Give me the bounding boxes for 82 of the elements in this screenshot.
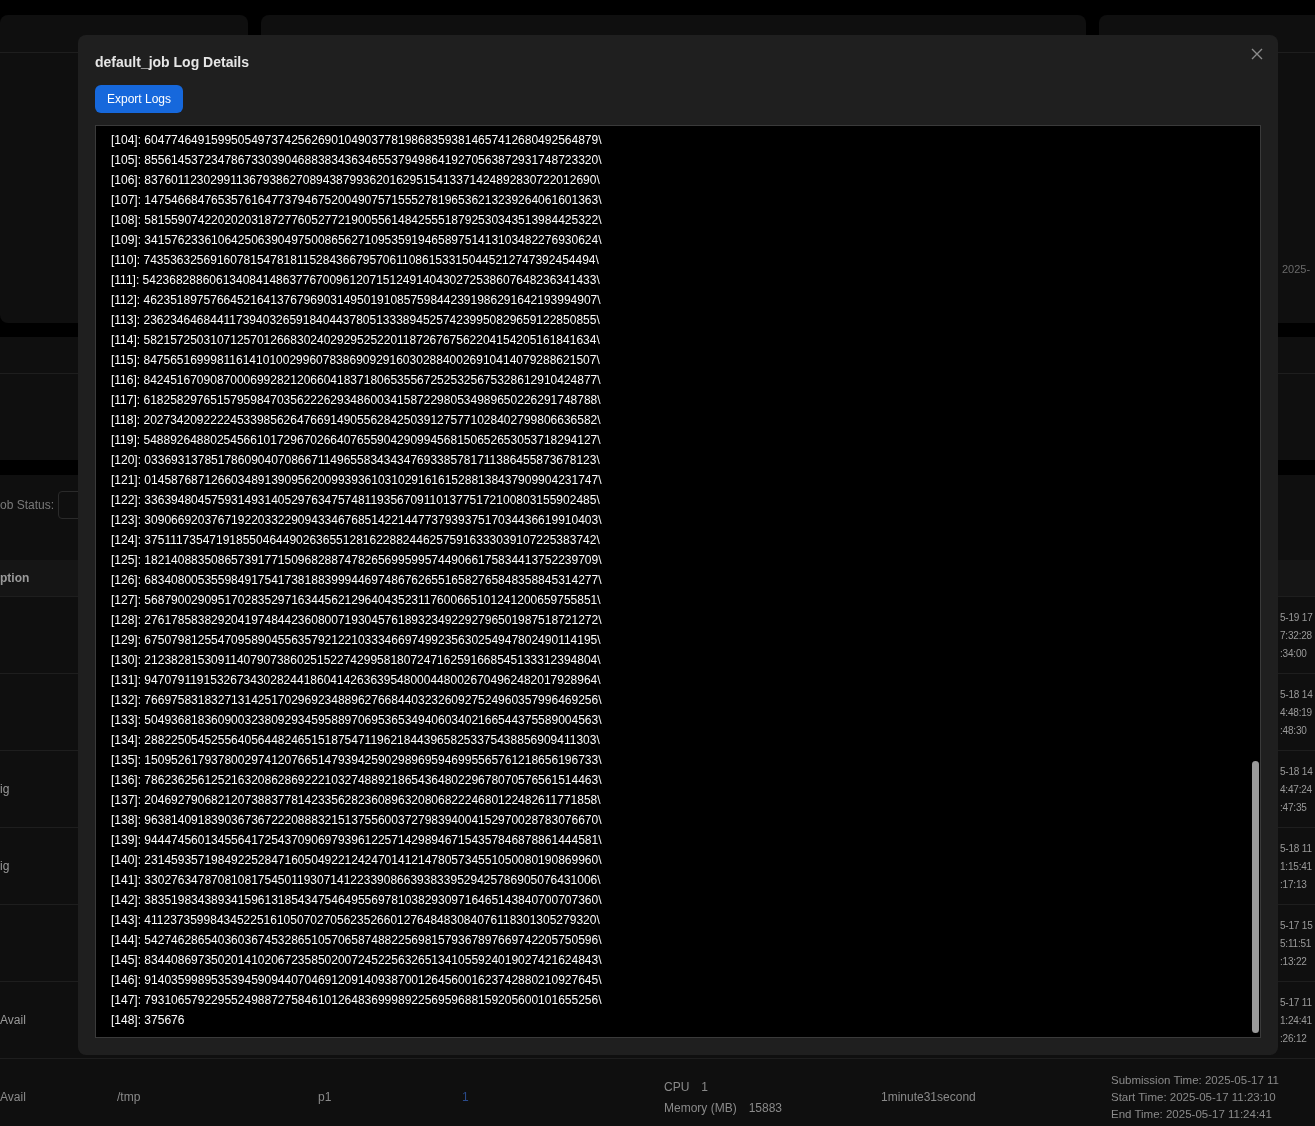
- time-text: 5-18 14: [1280, 688, 1313, 700]
- log-line: [128]: 27617858382920419748442360800719304576189323492292796501987518721272\: [111, 612, 603, 629]
- log-line: [118]: 20273420922224533985626476691490556284250391275771028402799806636582\: [111, 412, 602, 429]
- log-line: [135]: 15095261793780029741207665147939425902989695946995565761218656196733\: [111, 752, 603, 769]
- axis-label: 2025-: [1282, 263, 1311, 275]
- time-text: :13:22: [1280, 955, 1308, 967]
- time-text: Start Time: 2025-05-17 11:23:10: [1111, 1091, 1277, 1103]
- log-line: [120]: 03369313785178609040708667114965583434347693385781711386455873678123\: [111, 452, 601, 469]
- time-text: 1:24:41: [1280, 1014, 1312, 1026]
- time-text: Submission Time: 2025-05-17 11: [1111, 1074, 1279, 1086]
- log-line: [134]: 28822505452556405644824651518754711962184439658253375438856909411303\: [111, 732, 601, 749]
- log-line: [107]: 14754668476535761647737946752004907571555278196536213239264061601363\: [111, 192, 603, 209]
- time-text: 5-18 14: [1280, 765, 1313, 777]
- log-line: [147]: 79310657922955249887275846101264836999892256959688159205600101655256\: [111, 992, 603, 1009]
- log-line: [144]: 54274628654036036745328651057065874882256981579367897669742205750596\: [111, 932, 603, 949]
- resource-value: 15883: [748, 1100, 783, 1115]
- log-line: [140]: 23145935719849225284716050492212424701412147805734551050080190869960\: [111, 852, 603, 869]
- log-line: [105]: 85561453723478673303904688383436346553794986419270563872931748723320\: [111, 152, 603, 169]
- time-text: :48:30: [1280, 724, 1308, 736]
- dialog-title: default_job Log Details: [95, 54, 249, 70]
- log-line: [132]: 76697583183271314251702969234889627668440323260927524960357996469256\: [111, 692, 603, 709]
- log-line: [119]: 54889264880254566101729670266407655904290994568150652653053718294127\: [111, 432, 602, 449]
- log-line: [145]: 83440869735020141020672358502007245225632651341055924019027421624843\: [111, 952, 603, 969]
- log-line: [123]: 30906692037671922033229094334676851422144773793937517034436619910403\: [111, 512, 603, 529]
- log-line: [106]: 83760112302991136793862708943879936201629515413371424892830722012690\: [111, 172, 601, 189]
- time-text: 4:47:24: [1280, 783, 1313, 795]
- log-line: [143]: 41123735998434522516105070270562352660127648483084076118301305279320\: [111, 912, 601, 929]
- scrollbar-thumb[interactable]: [1252, 761, 1259, 1033]
- resource-value: 1: [701, 1079, 709, 1094]
- table-cell-text: Avail: [0, 1090, 27, 1104]
- export-logs-button[interactable]: Export Logs: [95, 85, 184, 113]
- time-text: 5-17 15: [1280, 919, 1313, 931]
- resource-label: CPU: [664, 1079, 690, 1094]
- time-text: :17:13: [1280, 878, 1308, 890]
- log-line: [129]: 67507981255470958904556357921221033346697499235630254947802490114195\: [111, 632, 602, 649]
- time-text: 5-17 11: [1280, 996, 1312, 1008]
- time-text: 7:32:28: [1280, 629, 1313, 641]
- log-line: [126]: 68340800535598491754173818839994469748676265516582765848358845314277\: [111, 572, 603, 589]
- table-cell-text: /tmp: [117, 1090, 142, 1104]
- log-line: [115]: 84756516999811614101002996078386909291603028840026910414079288621507\: [111, 352, 601, 369]
- log-line: [130]: 21238281530911407907386025152274299581807247162591668545133312394804\: [111, 652, 602, 669]
- table-cell-text: 1minute31second: [881, 1090, 977, 1104]
- time-text: 5:11:51: [1280, 937, 1313, 949]
- time-text: 1:15:41: [1280, 860, 1312, 872]
- log-line: [117]: 61825829765157959847035622262934860034158722980534989650226291748788\: [111, 392, 602, 409]
- time-text: 5-19 17: [1280, 611, 1313, 623]
- log-line: [139]: 94447456013455641725437090697939612257142989467154357846878861444581\: [111, 832, 603, 849]
- log-line: [111]: 54236828860613408414863776700961207151249140430272538607648236341433\: [111, 272, 601, 289]
- filter-label: ob Status:: [0, 498, 55, 512]
- table-cell-text: ig: [0, 782, 11, 796]
- time-text: 4:48:19: [1280, 706, 1313, 718]
- log-line: [125]: 18214088350865739177150968288747826569959957449066175834413752239709\: [111, 552, 603, 569]
- resource-label: Memory (MB): [664, 1100, 737, 1115]
- log-line: [148]: 375676: [111, 1012, 186, 1029]
- log-line: [141]: 33027634787081081754501193071412233908663938339529425786905076431006\: [111, 872, 602, 889]
- log-line: [142]: 38351983438934159613185434754649556978103829309716465143840700707360\: [111, 892, 603, 909]
- time-text: :47:35: [1280, 801, 1308, 813]
- log-line: [104]: 60477464915995054973742562690104903778198683593814657412680492564879\: [111, 132, 603, 149]
- log-line: [113]: 23623464684411739403265918404437805133389452574239950829659122850855\: [111, 312, 601, 329]
- log-line: [116]: 84245167090870006992821206604183718065355672525325675328612910424877\: [111, 372, 602, 389]
- column-header: ption: [0, 571, 30, 585]
- log-line: [133]: 50493681836090032380929345958897069536534940603402166544375589004563\: [111, 712, 603, 729]
- close-icon[interactable]: [1251, 48, 1263, 60]
- log-line: [109]: 34157623361064250639049750086562710953591946589751413103482276930624\: [111, 232, 603, 249]
- log-line: [122]: 33639480457593149314052976347574811935670911013775172100803155902485\: [111, 492, 601, 509]
- log-line: [110]: 74353632569160781547818115284366795706110861533150445212747392454494\: [111, 252, 600, 269]
- table-cell-text: p1: [318, 1090, 333, 1104]
- log-line: [137]: 20469279068212073883778142335628236089632080682224680122482611771858\: [111, 792, 602, 809]
- log-line: [127]: 56879002909517028352971634456212964043523117600665101241200659755851\: [111, 592, 602, 609]
- log-line: [124]: 37511173547191855046449026365512816228824462575916333039107225383742\: [111, 532, 601, 549]
- log-line: [146]: 91403599895353945909440704691209140938700126456001623742880210927645\: [111, 972, 603, 989]
- time-text: 5-18 11: [1280, 842, 1312, 854]
- log-line: [108]: 58155907422020203187277605277219005561484255518792530343513984425322\: [111, 212, 603, 229]
- log-line: [121]: 01458768712660348913909562009939361031029161615288138437909904231747\: [111, 472, 603, 489]
- log-line: [138]: 96381409183903673672220888321513755600372798394004152970028783076670\: [111, 812, 603, 829]
- time-text: End Time: 2025-05-17 11:24:41: [1111, 1108, 1273, 1120]
- time-text: :26:12: [1280, 1032, 1308, 1044]
- log-line: [136]: 78623625612521632086286922210327488921865436480229678070576561514463\: [111, 772, 603, 789]
- log-line: [131]: 94707911915326734302824418604142636395480004480026704962482017928964\: [111, 672, 602, 689]
- log-line: [112]: 46235189757664521641376796903149501910857598442391986291642193994907\: [111, 292, 602, 309]
- time-text: :34:00: [1280, 647, 1308, 659]
- log-line: [114]: 58215725031071257012668302402929525220118726767562204154205161841634\: [111, 332, 601, 349]
